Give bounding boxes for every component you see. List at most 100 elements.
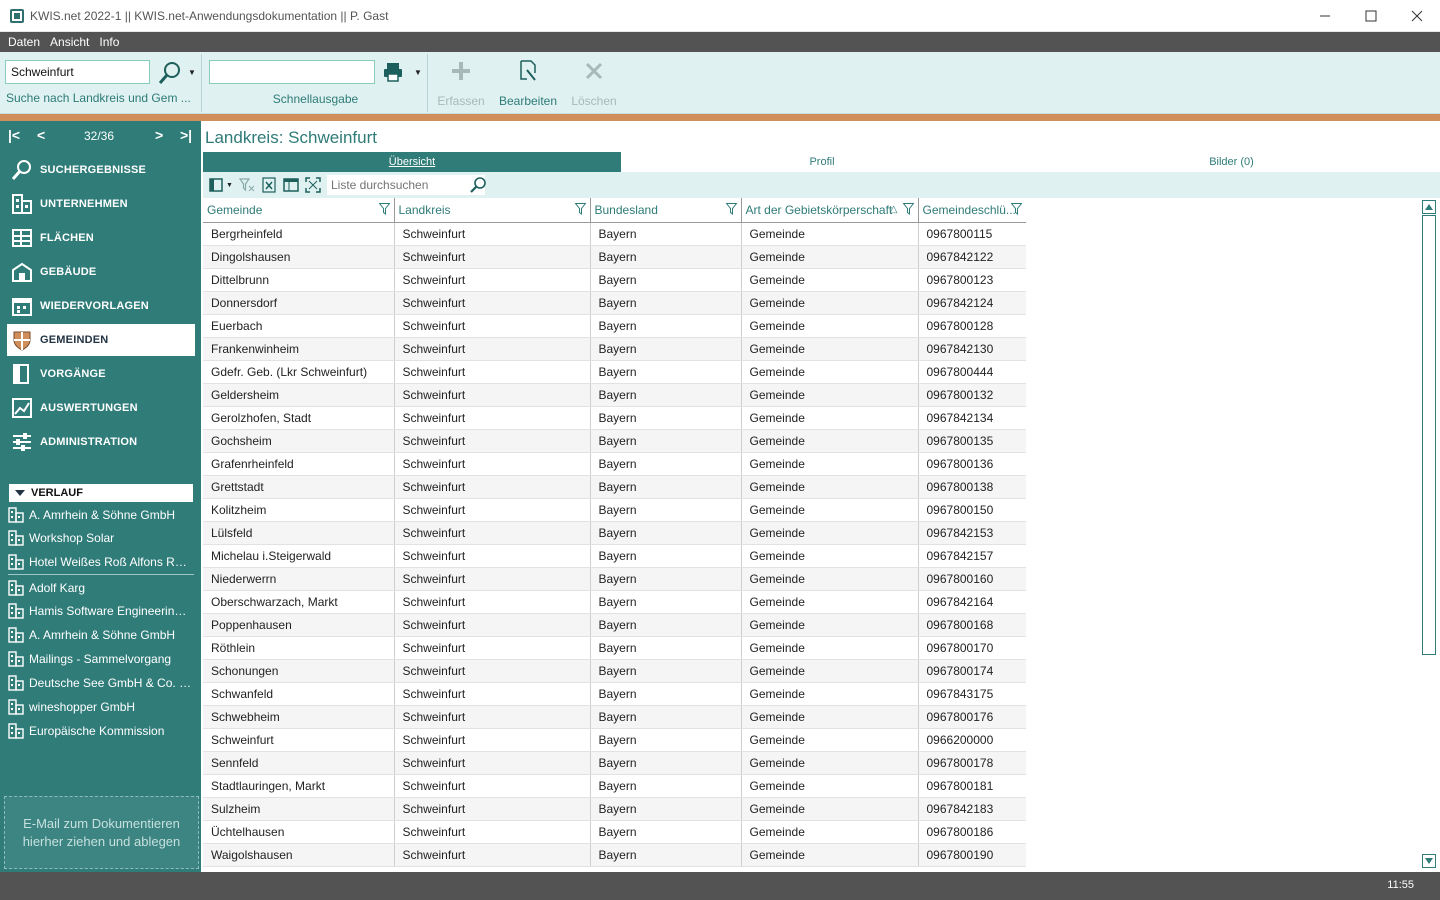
list-search-icon[interactable] [469,176,487,194]
table-row[interactable]: Röthlein Schweinfurt Bayern Gemeinde 0967800… [203,636,1026,660]
history-header[interactable]: VERLAUF [9,484,193,502]
filter-icon[interactable] [1010,203,1022,215]
table-row[interactable]: Waigolshausen Schweinfurt Bayern Gemeinde 09… [203,843,1026,867]
sidebar-item-auswertungen[interactable]: AUSWERTUNGEN [7,392,195,424]
tab-profil[interactable]: Profil [621,152,1023,172]
column-header[interactable]: Gemeinde [203,198,395,223]
list-search-input[interactable] [327,175,485,195]
email-drop-zone[interactable]: E-Mail zum Dokumentieren hierher ziehen … [4,796,199,869]
table-row[interactable]: Grettstadt Schweinfurt Bayern Gemeinde 09678… [203,475,1026,499]
table-row[interactable]: Michelau i.Steigerwald Schweinfurt Bayern G… [203,544,1026,568]
filter-icon[interactable] [378,203,390,215]
sidebar-item-wiedervorlagen[interactable]: WIEDERVORLAGEN [7,290,195,322]
history-item[interactable]: Adolf Karg [8,577,194,599]
table-row[interactable]: Bergrheinfeld Schweinfurt Bayern Gemeinde 09… [203,222,1026,246]
table-row[interactable]: Donnersdorf Schweinfurt Bayern Gemeinde 0967… [203,291,1026,315]
sidebar-item-gebäude[interactable]: GEBÄUDE [7,256,195,288]
filter-icon[interactable] [725,203,737,215]
next-record-button[interactable]: > [155,127,163,143]
vertical-scrollbar[interactable] [1420,198,1438,872]
table-row[interactable]: Sennfeld Schweinfurt Bayern Gemeinde 0967800… [203,751,1026,775]
table-row[interactable]: Schwanfeld Schweinfurt Bayern Gemeinde 09678… [203,682,1026,706]
fit-columns-icon[interactable] [305,177,321,193]
scroll-up-button[interactable] [1422,200,1436,214]
sidebar-item-administration[interactable]: ADMINISTRATION [7,426,195,458]
table-row[interactable]: Schonungen Schweinfurt Bayern Gemeinde 09678… [203,659,1026,683]
erfassen-button[interactable]: Erfassen [426,56,496,112]
table-row[interactable]: Gerolzhofen, Stadt Schweinfurt Bayern Gemei… [203,406,1026,430]
table-row[interactable]: Euerbach Schweinfurt Bayern Gemeinde 0967800… [203,314,1026,338]
company-icon [8,603,24,619]
scrollbar-thumb[interactable] [1422,215,1436,655]
table-row[interactable]: Grafenrheinfeld Schweinfurt Bayern Gemeinde… [203,452,1026,476]
table-row[interactable]: Schwebheim Schweinfurt Bayern Gemeinde 09678… [203,705,1026,729]
table-row[interactable]: Kolitzheim Schweinfurt Bayern Gemeinde 09678… [203,498,1026,522]
sidebar-item-unternehmen[interactable]: UNTERNEHMEN [7,188,195,220]
menu-daten[interactable]: Daten [8,35,40,49]
table-cell: Schweinfurt [394,268,591,292]
excel-export-icon[interactable] [261,177,277,193]
menu-info[interactable]: Info [99,35,119,49]
tab-bilder[interactable]: Bilder (0) [1023,152,1440,172]
table-row[interactable]: Dingolshausen Schweinfurt Bayern Gemeinde 09… [203,245,1026,269]
history-item[interactable]: Workshop Solar [8,527,194,549]
printer-icon[interactable] [382,61,404,83]
last-record-button[interactable]: >| [180,127,192,143]
history-item[interactable]: Hotel Weißes Roß Alfons Rudl... [8,551,194,573]
table-row[interactable]: Frankenwinheim Schweinfurt Bayern Gemeinde 0… [203,337,1026,361]
history-item[interactable]: Mailings - Sammelvorgang [8,648,194,670]
column-chooser-dropdown-arrow[interactable]: ▼ [226,182,233,189]
filter-icon[interactable] [574,203,586,215]
history-item[interactable]: wineshopper GmbH [8,696,194,718]
table-row[interactable]: Schweinfurt Schweinfurt Bayern Gemeinde 0966… [203,728,1026,752]
close-window-button[interactable] [1394,0,1440,32]
sidebar-item-flächen[interactable]: FLÄCHEN [7,222,195,254]
table-row[interactable]: Gochsheim Schweinfurt Bayern Gemeinde 096780… [203,429,1026,453]
bearbeiten-button[interactable]: Bearbeiten [493,56,563,112]
tab-uebersicht[interactable]: Übersicht [203,152,621,172]
table-row[interactable]: Stadtlauringen, Markt Schweinfurt Bayern Ge… [203,774,1026,798]
sidebar-item-suchergebnisse[interactable]: SUCHERGEBNISSE [7,154,195,186]
loeschen-button[interactable]: Löschen [559,56,629,112]
table-row[interactable]: Lülsfeld Schweinfurt Bayern Gemeinde 0967842… [203,521,1026,545]
history-item[interactable]: A. Amrhein & Söhne GmbH [8,504,194,526]
minimize-button[interactable] [1302,0,1348,32]
scroll-down-button[interactable] [1422,854,1436,868]
table-row[interactable]: Oberschwarzach, Markt Schweinfurt Bayern Ge… [203,590,1026,614]
table-cell: Bayern [590,820,742,844]
table-cell: Schweinfurt [394,659,591,683]
first-record-button[interactable]: |< [8,127,20,143]
search-dropdown-arrow[interactable]: ▼ [188,68,196,77]
column-header[interactable]: Landkreis [394,198,591,223]
table-cell: Bayern [590,498,742,522]
table-cell: 0967842130 [918,337,1026,361]
quick-output-input[interactable] [209,60,375,84]
table-row[interactable]: Üchtelhausen Schweinfurt Bayern Gemeinde 096… [203,820,1026,844]
history-item[interactable]: A. Amrhein & Söhne GmbH [8,624,194,646]
history-item[interactable]: Deutsche See GmbH & Co. KG... [8,672,194,694]
sidebar-item-gemeinden[interactable]: GEMEINDEN [7,324,195,356]
table-row[interactable]: Poppenhausen Schweinfurt Bayern Gemeinde 096… [203,613,1026,637]
table-row[interactable]: Geldersheim Schweinfurt Bayern Gemeinde 0967… [203,383,1026,407]
previous-record-button[interactable]: < [37,127,45,143]
sidebar-item-vorgänge[interactable]: VORGÄNGE [7,358,195,390]
table-row[interactable]: Niederwerrn Schweinfurt Bayern Gemeinde 0967… [203,567,1026,591]
column-chooser-icon[interactable] [209,177,225,193]
column-header[interactable]: Gemeindeschlü... [918,198,1026,223]
history-item[interactable]: Hamis Software Engineering G... [8,600,194,622]
history-item[interactable]: Europäische Kommission [8,720,194,742]
table-row[interactable]: Sulzheim Schweinfurt Bayern Gemeinde 0967842… [203,797,1026,821]
clear-filter-icon[interactable] [238,177,255,193]
print-dropdown-arrow[interactable]: ▼ [414,68,422,77]
column-header[interactable]: Art der Gebietskörperschaft △ [741,198,919,223]
landkreis-search-input[interactable] [5,60,150,84]
menu-ansicht[interactable]: Ansicht [50,35,89,49]
filter-icon[interactable] [902,203,914,215]
table-row[interactable]: Dittelbrunn Schweinfurt Bayern Gemeinde 0967… [203,268,1026,292]
table-cell: Schweinfurt [394,452,591,476]
column-header[interactable]: Bundesland [590,198,742,223]
search-icon[interactable] [157,60,183,86]
maximize-button[interactable] [1348,0,1394,32]
layout-icon[interactable] [283,177,299,193]
table-row[interactable]: Gdefr. Geb. (Lkr Schweinfurt) Schweinfurt… [203,360,1026,384]
